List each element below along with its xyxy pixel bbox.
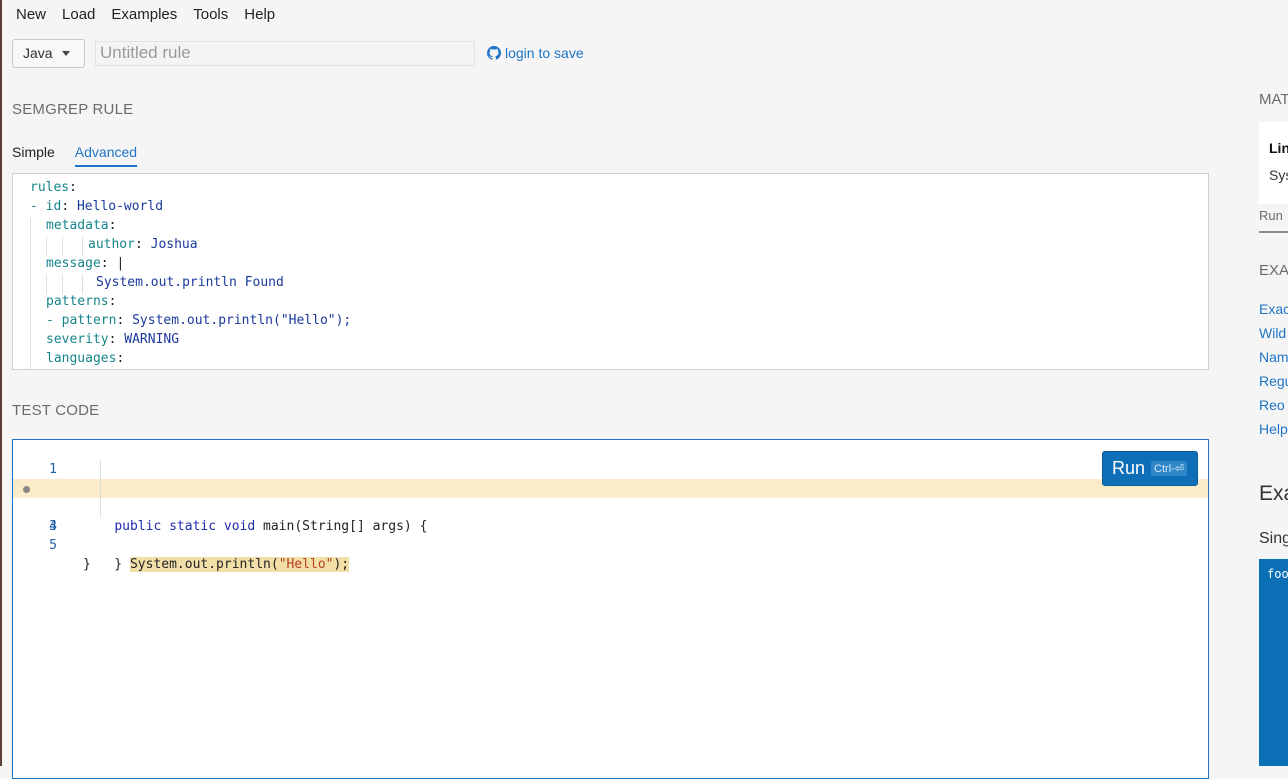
match-card-text: Sys	[1269, 167, 1288, 183]
language-select-value: Java	[23, 45, 53, 61]
test-code-heading: TEST CODE	[12, 402, 100, 419]
code-line: 2 public static void main(String[] args)…	[13, 460, 1208, 534]
yaml-line: author: Joshua	[88, 237, 198, 252]
example-link[interactable]: Wild	[1259, 325, 1286, 341]
code-line: 1 class HelloWorld {	[49, 462, 224, 496]
yaml-line: message: |	[46, 256, 125, 271]
code-line: 4 }	[13, 498, 1208, 572]
window-edge	[0, 0, 2, 766]
yaml-line: metadata:	[46, 218, 117, 233]
match-card[interactable]: Lin Sys	[1259, 122, 1288, 204]
run-link[interactable]: Run	[1259, 208, 1283, 223]
yaml-line: - id: Hello-world	[30, 199, 164, 214]
yaml-line: patterns:	[46, 294, 117, 309]
login-to-save-link[interactable]: login to save	[487, 45, 584, 61]
example-link[interactable]: Exac	[1259, 301, 1288, 317]
code-line-highlighted: 3 System.out.println("Hello");	[13, 479, 1208, 572]
yaml-line: rules:	[30, 180, 77, 195]
example-subheading: Sing	[1259, 530, 1288, 547]
example-link[interactable]: Regu	[1259, 373, 1288, 389]
tab-simple[interactable]: Simple	[12, 144, 55, 167]
yaml-line: languages:	[46, 351, 125, 366]
example-heading: Exa	[1259, 482, 1288, 505]
menu-help[interactable]: Help	[244, 6, 275, 23]
code-line: 5 }	[49, 538, 91, 572]
run-button-label: Run	[1112, 458, 1146, 478]
language-select[interactable]: Java	[12, 38, 85, 68]
menu-bar: New Load Examples Tools Help	[0, 0, 1288, 28]
menu-examples[interactable]: Examples	[111, 6, 177, 23]
menu-new[interactable]: New	[16, 6, 46, 23]
toolbar: Java login to save	[12, 38, 584, 68]
caret-down-icon	[61, 50, 70, 56]
match-marker-icon	[23, 486, 30, 493]
yaml-line: severity: WARNING	[46, 332, 180, 347]
github-icon	[487, 46, 501, 60]
rule-mode-tabs: Simple Advanced	[12, 144, 157, 168]
rule-name-input[interactable]	[95, 40, 475, 66]
examples-heading: EXA	[1259, 262, 1288, 279]
example-link[interactable]: Reo	[1259, 397, 1285, 413]
results-pane: MAT Lin Sys Run EXA Exac Wild Nam Regu R…	[1259, 0, 1288, 766]
matches-heading: MAT	[1259, 91, 1288, 108]
indent-guide	[30, 218, 31, 369]
run-shortcut-hint: Ctrl-⏎	[1151, 461, 1188, 476]
run-button[interactable]: Run Ctrl-⏎	[1102, 451, 1198, 486]
menu-tools[interactable]: Tools	[193, 6, 228, 23]
rule-yaml-editor[interactable]: rules: - id: Hello-world metadata: autho…	[12, 173, 1209, 370]
match-card-title: Lin	[1269, 140, 1288, 156]
test-code-editor[interactable]: 1 class HelloWorld { 2 public static voi…	[12, 439, 1209, 779]
example-code-text: foo	[1267, 567, 1288, 581]
menu-load[interactable]: Load	[62, 6, 95, 23]
login-label: login to save	[505, 45, 584, 61]
example-link[interactable]: Help	[1259, 421, 1288, 437]
yaml-line: - pattern: System.out.println("Hello");	[46, 313, 352, 328]
yaml-line: System.out.println Found	[96, 275, 284, 290]
example-code-block: foo	[1259, 559, 1288, 766]
semgrep-rule-heading: SEMGREP RULE	[12, 101, 134, 118]
example-link[interactable]: Nam	[1259, 349, 1288, 365]
tab-advanced[interactable]: Advanced	[74, 144, 138, 167]
divider	[1259, 231, 1288, 233]
